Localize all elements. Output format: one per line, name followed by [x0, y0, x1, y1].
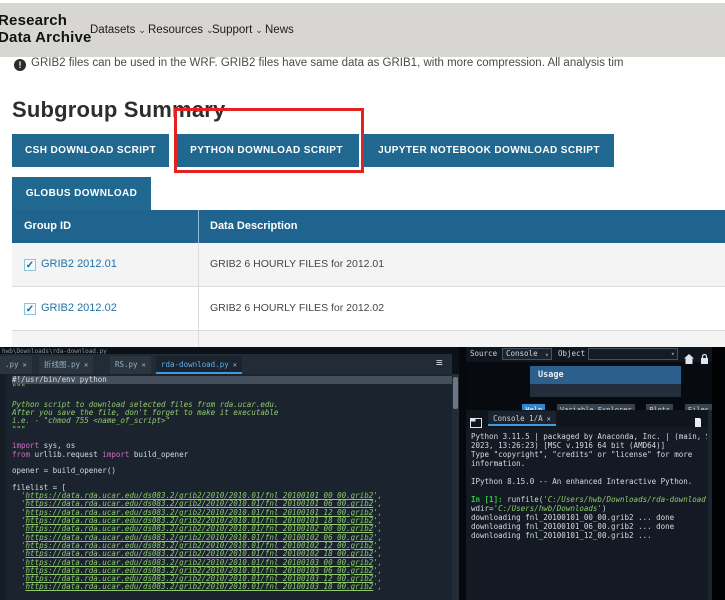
editor-scrollbar-thumb[interactable]	[453, 377, 458, 409]
column-divider	[198, 210, 199, 243]
editor-tab-rda-download[interactable]: rda-download.py✕	[156, 356, 242, 374]
object-combobox[interactable]: ▾	[588, 348, 678, 360]
row-divider	[198, 287, 199, 330]
dropdown-arrow-icon: ▾	[671, 350, 675, 358]
notice-text: GRIB2 files can be used in the WRF. GRIB…	[31, 57, 624, 69]
description-cell: GRIB2 6 HOURLY FILES for 2012.02	[210, 302, 384, 314]
nav-support[interactable]: Support⌄	[212, 24, 263, 36]
site-header: Research Data Archive Datasets⌄ Resource…	[0, 3, 725, 57]
help-source-row: Source Console▾ Object ▾	[466, 347, 725, 362]
description-cell: GRIB2 6 HOURLY FILES for 2012.01	[210, 258, 384, 270]
dropdown-arrow-icon: ▾	[545, 350, 549, 360]
pane-divider[interactable]	[459, 347, 466, 600]
close-icon[interactable]: ✕	[23, 361, 27, 369]
window-edge	[712, 347, 725, 600]
nav-news[interactable]: News	[265, 24, 294, 36]
console-pane: Console 1/A✕ Python 3.11.5 | packaged by…	[466, 410, 712, 600]
close-icon[interactable]: ✕	[84, 361, 88, 369]
chevron-down-icon: ⌄	[255, 25, 263, 35]
lock-icon[interactable]	[700, 349, 709, 368]
notice-bar: ! GRIB2 files can be used in the WRF. GR…	[0, 57, 725, 79]
console-options-icon[interactable]	[694, 413, 702, 432]
spyder-window: hwb\Downloads\rda-download.py .py✕ 折线图.p…	[0, 347, 725, 600]
object-label: Object	[558, 349, 585, 358]
jupyter-notebook-download-script-button[interactable]: JUPYTER NOTEBOOK DOWNLOAD SCRIPT	[364, 134, 614, 167]
checkbox-grib2-2012-02[interactable]: ✓	[24, 303, 36, 315]
screen: Research Data Archive Datasets⌄ Resource…	[0, 0, 725, 600]
alert-icon: !	[14, 59, 26, 71]
python-download-script-button[interactable]: PYTHON DOWNLOAD SCRIPT	[174, 134, 359, 167]
console-tab[interactable]: Console 1/A✕	[488, 411, 556, 426]
new-console-icon[interactable]	[470, 413, 482, 432]
table-row: ✓ GRIB2 2012.02 GRIB2 6 HOURLY FILES for…	[12, 287, 725, 331]
editor-tab-rs[interactable]: RS.py✕	[110, 356, 151, 374]
nav-resources[interactable]: Resources⌄	[148, 24, 214, 36]
ipython-console-output[interactable]: Python 3.11.5 | packaged by Anaconda, In…	[471, 432, 707, 597]
table-row: ✓ GRIB2 2012.01 GRIB2 6 HOURLY FILES for…	[12, 243, 725, 287]
right-pane-tabs: Help Variable Explorer Plots Files	[466, 397, 712, 410]
code-editor[interactable]: #!/usr/bin/env python""" Python script t…	[0, 374, 452, 600]
column-header-group-id: Group ID	[24, 210, 71, 243]
group-link-grib2-2012-01[interactable]: GRIB2 2012.01	[41, 258, 117, 270]
group-link-grib2-2012-02[interactable]: GRIB2 2012.02	[41, 302, 117, 314]
source-select[interactable]: Console▾	[502, 348, 552, 360]
site-logo[interactable]: Research Data Archive	[0, 12, 92, 46]
right-pane: Source Console▾ Object ▾ Usage Help Vari…	[466, 347, 725, 600]
column-header-data-description: Data Description	[210, 210, 297, 243]
globus-download-button[interactable]: GLOBUS DOWNLOAD	[12, 177, 151, 210]
row-divider	[198, 243, 199, 286]
usage-header: Usage	[530, 366, 681, 384]
csh-download-script-button[interactable]: CSH DOWNLOAD SCRIPT	[12, 134, 169, 167]
checkbox-grib2-2012-01[interactable]: ✓	[24, 259, 36, 271]
editor-tab-zhexiantu[interactable]: 折线图.py✕	[39, 356, 93, 374]
home-icon[interactable]	[684, 349, 694, 368]
usage-body	[530, 384, 681, 397]
console-tab-row: Console 1/A✕	[466, 410, 712, 427]
editor-tab-partial[interactable]: .py✕	[0, 356, 32, 374]
editor-options-menu-icon[interactable]: ≡	[436, 358, 443, 368]
editor-scrollbar[interactable]	[452, 374, 459, 600]
table-header-row: Group ID Data Description	[12, 210, 725, 243]
brand-line1: Research	[0, 12, 92, 29]
editor-tab-bar: .py✕ 折线图.py✕ RS.py✕ rda-download.py✕	[0, 354, 452, 374]
source-label: Source	[470, 349, 497, 358]
close-icon[interactable]: ✕	[547, 415, 551, 423]
page-title: Subgroup Summary	[12, 97, 225, 123]
nav-datasets[interactable]: Datasets⌄	[90, 24, 146, 36]
chevron-down-icon: ⌄	[138, 25, 146, 35]
brand-line2: Data Archive	[0, 29, 92, 46]
close-icon[interactable]: ✕	[233, 361, 237, 369]
close-icon[interactable]: ✕	[142, 361, 146, 369]
